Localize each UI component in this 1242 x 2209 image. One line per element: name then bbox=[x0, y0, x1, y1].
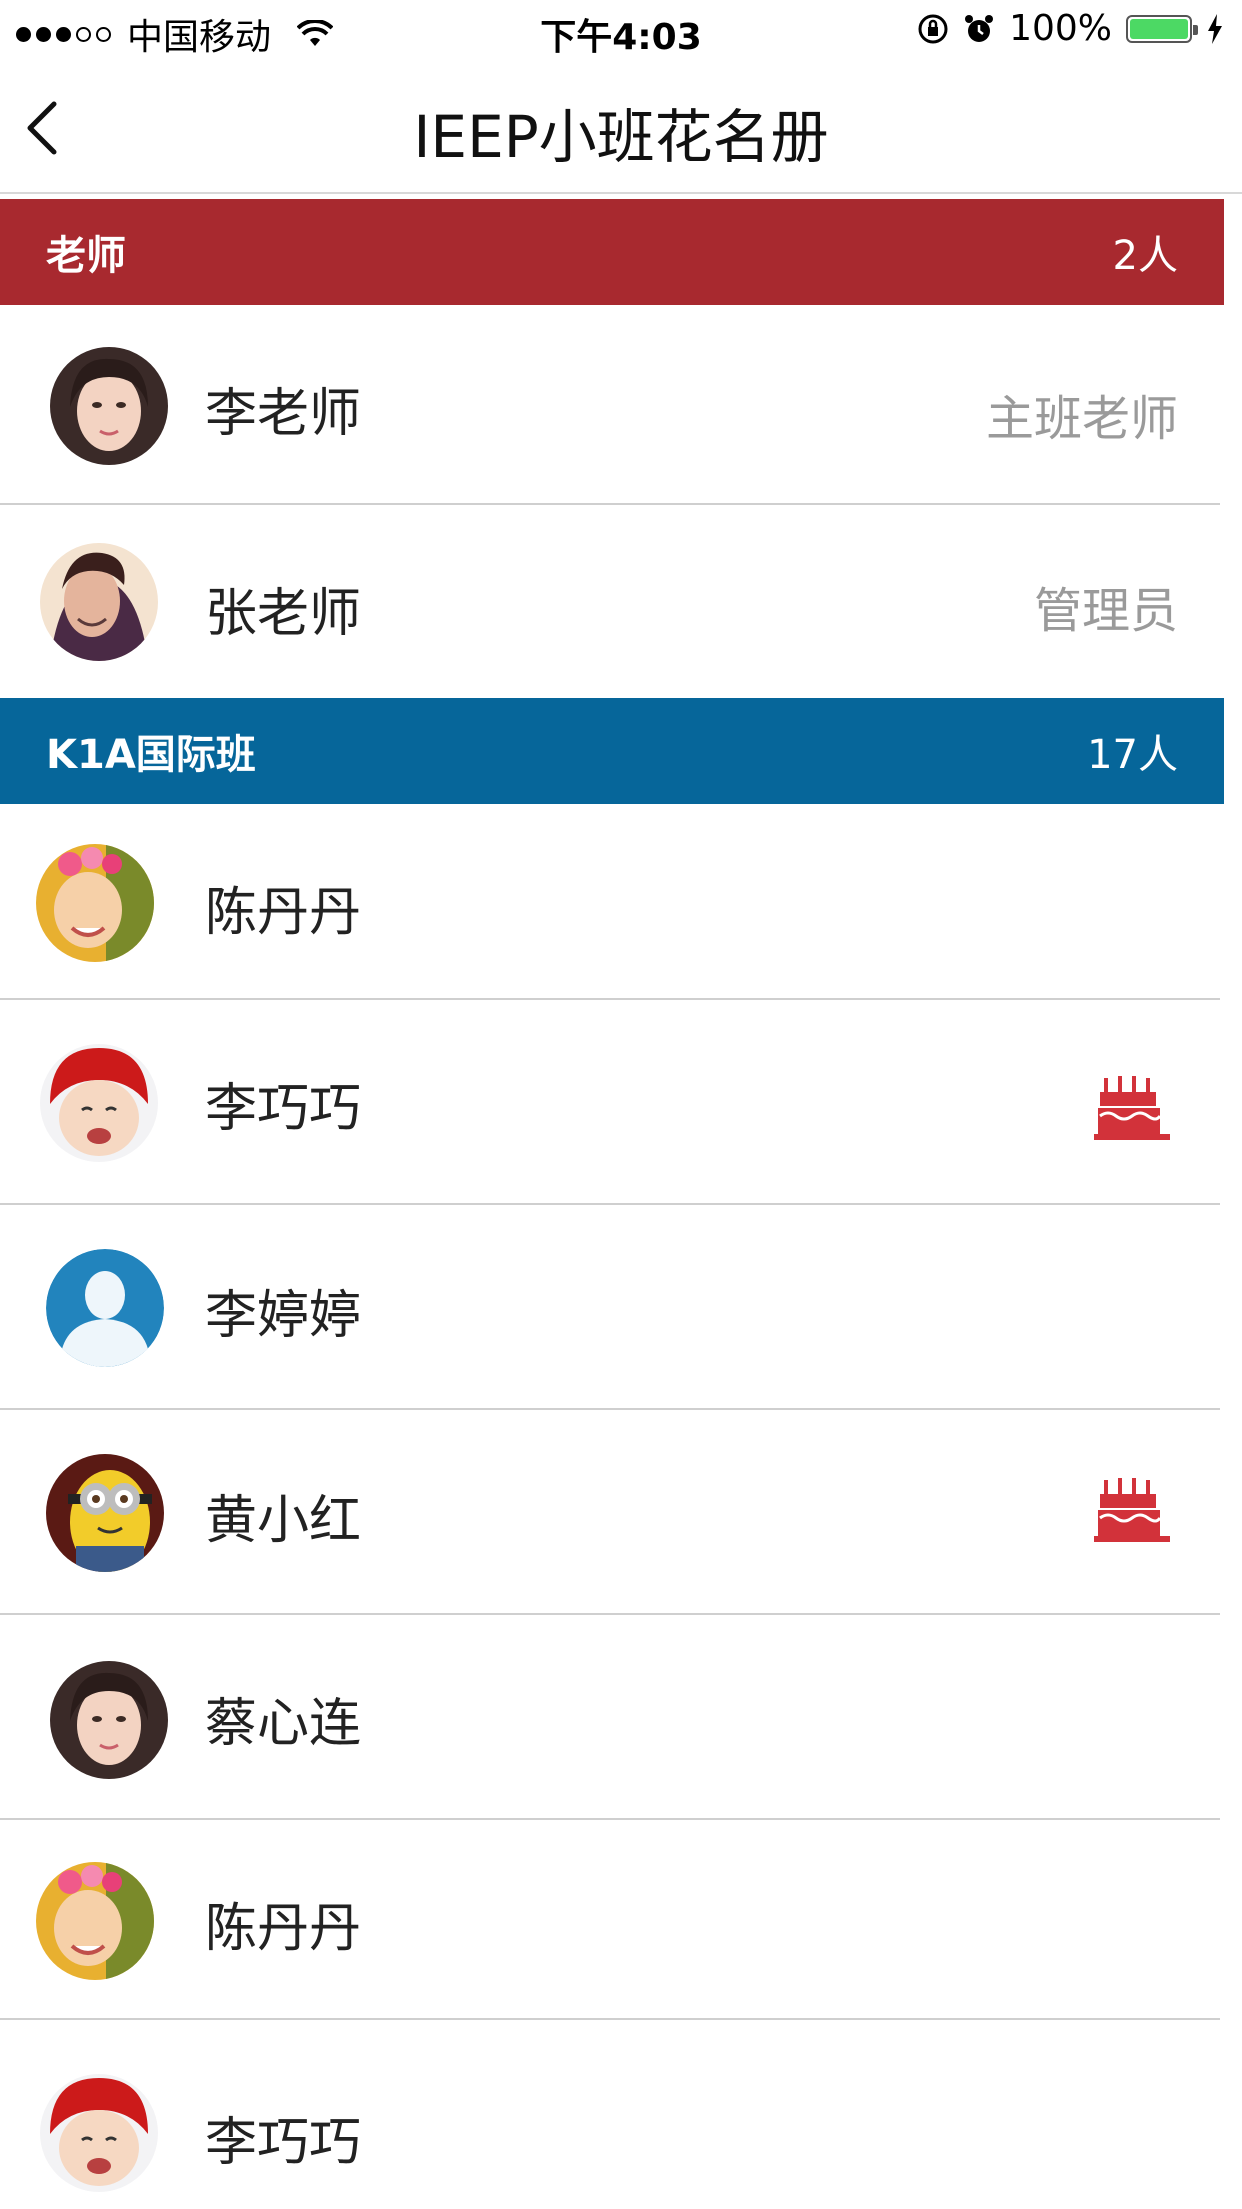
page-title: IEEP小班花名册 bbox=[413, 103, 829, 171]
section-header-class: K1A国际班 17人 bbox=[0, 698, 1224, 804]
member-row[interactable]: 张老师 管理员 bbox=[0, 505, 1220, 698]
avatar bbox=[50, 347, 168, 465]
avatar bbox=[40, 1044, 158, 1162]
member-row[interactable]: 李婷婷 bbox=[0, 1205, 1220, 1410]
avatar bbox=[46, 1454, 164, 1572]
member-name: 蔡心连 bbox=[205, 1694, 362, 1754]
member-row[interactable]: 陈丹丹 bbox=[0, 1820, 1220, 2020]
battery-level-fill bbox=[1130, 18, 1188, 39]
member-row[interactable]: 陈丹丹 bbox=[0, 804, 1220, 1000]
navigation-bar: IEEP小班花名册 bbox=[0, 60, 1242, 194]
status-bar: 中国移动 下午4:03 100% bbox=[0, 0, 1242, 60]
member-row[interactable]: 蔡心连 bbox=[0, 1615, 1220, 1820]
member-name: 李巧巧 bbox=[205, 1079, 362, 1139]
member-role: 主班老师 bbox=[985, 391, 1178, 447]
default-person-icon bbox=[46, 1249, 164, 1367]
rotation-lock-icon bbox=[918, 14, 948, 43]
charging-bolt-icon bbox=[1208, 13, 1222, 44]
section-title: K1A国际班 bbox=[46, 732, 256, 778]
member-row[interactable]: 黄小红 bbox=[0, 1410, 1220, 1615]
avatar bbox=[36, 1862, 154, 1980]
section-header-teachers: 老师 2人 bbox=[0, 199, 1224, 305]
birthday-cake-icon bbox=[1094, 1076, 1170, 1140]
section-title: 老师 bbox=[46, 233, 126, 279]
avatar bbox=[36, 844, 154, 962]
member-name: 陈丹丹 bbox=[205, 1899, 362, 1959]
avatar bbox=[40, 543, 158, 661]
member-name: 张老师 bbox=[205, 584, 362, 644]
avatar bbox=[50, 1661, 168, 1779]
member-name: 黄小红 bbox=[205, 1491, 362, 1551]
member-role: 管理员 bbox=[1033, 583, 1178, 639]
section-count: 17人 bbox=[1087, 732, 1178, 778]
member-row[interactable]: 李巧巧 bbox=[0, 2020, 1220, 2209]
member-name: 李老师 bbox=[205, 384, 362, 444]
battery-percent: 100% bbox=[1009, 8, 1112, 49]
member-name: 陈丹丹 bbox=[205, 883, 362, 943]
alarm-icon bbox=[965, 14, 994, 42]
member-row[interactable]: 李巧巧 bbox=[0, 1000, 1220, 1205]
member-name: 李婷婷 bbox=[205, 1286, 362, 1346]
battery-icon bbox=[1126, 14, 1198, 43]
avatar bbox=[40, 2074, 158, 2192]
status-right: 100% bbox=[917, 8, 1224, 49]
member-name: 李巧巧 bbox=[205, 2113, 362, 2173]
roster-screen: 中国移动 下午4:03 100% IEEP小班花名册 老师 2人 李老师 主班老… bbox=[0, 0, 1242, 2209]
member-row[interactable]: 李老师 主班老师 bbox=[0, 305, 1220, 505]
birthday-cake-icon bbox=[1094, 1478, 1170, 1542]
section-count: 2人 bbox=[1112, 233, 1178, 279]
